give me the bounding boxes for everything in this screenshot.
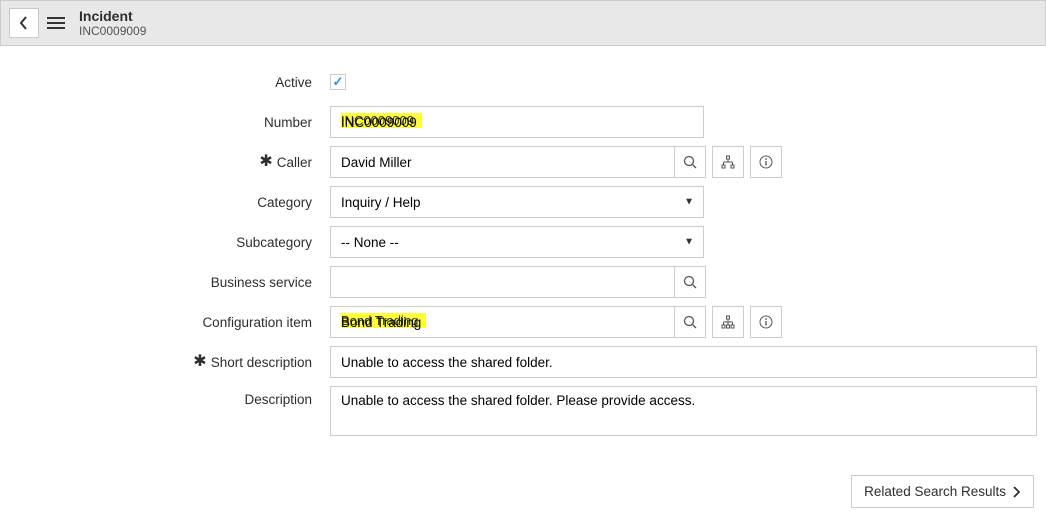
configuration-item-dependency-button[interactable]: [712, 306, 744, 338]
required-icon: ✱: [259, 154, 272, 170]
subcategory-select[interactable]: -- None --: [330, 226, 704, 258]
incident-form: Active ✓ Number INC0009009 ✱ Caller: [0, 46, 1046, 464]
active-checkbox[interactable]: ✓: [330, 74, 346, 90]
number-label: Number: [0, 115, 330, 130]
business-service-lookup-button[interactable]: [674, 266, 706, 298]
menu-bar-icon: [47, 27, 65, 29]
category-label: Category: [0, 195, 330, 210]
menu-bar-icon: [47, 17, 65, 19]
business-service-label: Business service: [0, 275, 330, 290]
chevron-left-icon: [19, 16, 29, 30]
configuration-item-label: Configuration item: [0, 315, 330, 330]
caller-input[interactable]: [330, 146, 674, 178]
form-header: Incident INC0009009: [0, 0, 1046, 46]
configuration-item-lookup-button[interactable]: [674, 306, 706, 338]
caller-lookup-button[interactable]: [674, 146, 706, 178]
search-icon: [683, 275, 697, 289]
short-description-label: Short description: [211, 355, 312, 370]
configuration-item-info-button[interactable]: [750, 306, 782, 338]
description-textarea[interactable]: [330, 386, 1037, 436]
configuration-item-input[interactable]: [330, 306, 674, 338]
hierarchy-icon: [721, 315, 735, 329]
info-icon: [759, 155, 773, 169]
description-label: Description: [0, 386, 330, 407]
related-results-label: Related Search Results: [864, 484, 1006, 499]
form-footer: Related Search Results: [0, 464, 1046, 518]
category-select[interactable]: Inquiry / Help: [330, 186, 704, 218]
record-type-title: Incident: [79, 8, 146, 24]
back-button[interactable]: [9, 8, 39, 38]
record-number-subtitle: INC0009009: [79, 24, 146, 38]
number-input[interactable]: [330, 106, 704, 138]
related-search-results-button[interactable]: Related Search Results: [851, 475, 1034, 508]
required-icon: ✱: [193, 354, 206, 370]
caller-info-button[interactable]: [750, 146, 782, 178]
active-label: Active: [0, 75, 330, 90]
caller-label: Caller: [277, 155, 312, 170]
header-text: Incident INC0009009: [79, 8, 146, 38]
info-icon: [759, 315, 773, 329]
short-description-input[interactable]: [330, 346, 1037, 378]
menu-bar-icon: [47, 22, 65, 24]
search-icon: [683, 315, 697, 329]
check-icon: ✓: [333, 74, 344, 90]
menu-button[interactable]: [47, 8, 69, 38]
caller-tree-button[interactable]: [712, 146, 744, 178]
subcategory-label: Subcategory: [0, 235, 330, 250]
business-service-input[interactable]: [330, 266, 674, 298]
tree-map-icon: [721, 155, 735, 169]
chevron-right-icon: [1012, 486, 1021, 498]
search-icon: [683, 155, 697, 169]
